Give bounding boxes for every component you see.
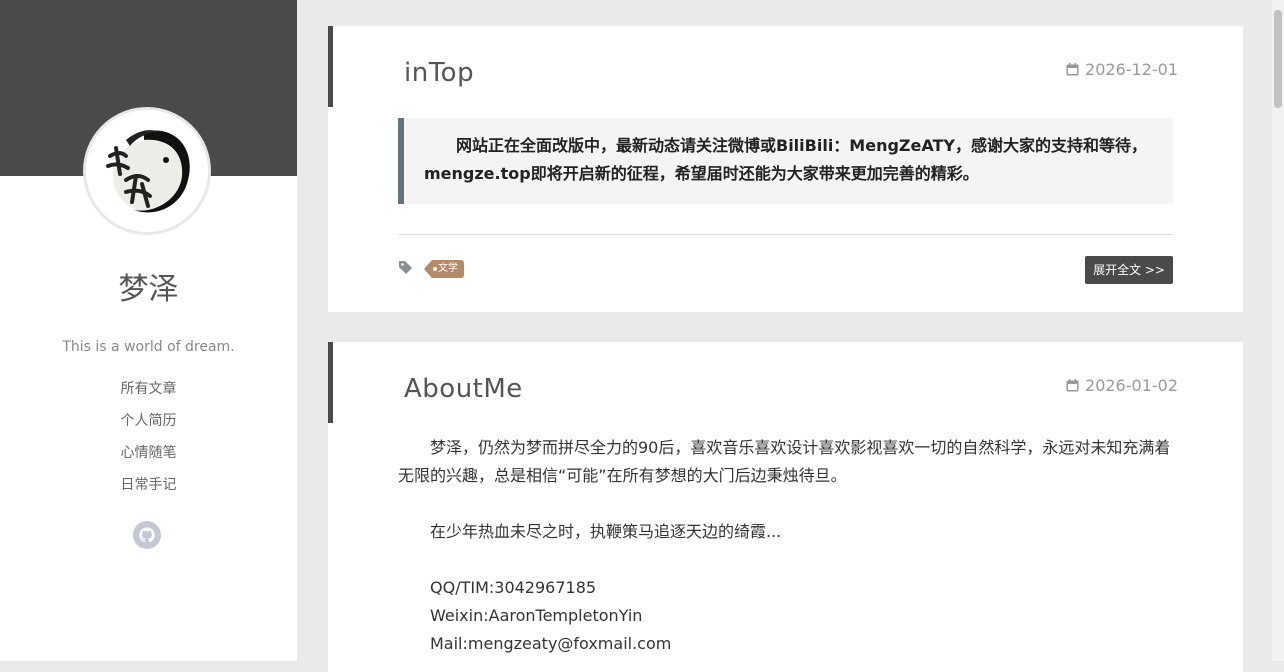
post-body: 梦泽，仍然为梦而拼尽全力的90后，喜欢音乐喜欢设计喜欢影视喜欢一切的自然科学，永… bbox=[398, 434, 1178, 658]
main-content: inTop 2026-12-01 网站正在全面改版中，最新动态请关注微博或Bil… bbox=[297, 0, 1272, 672]
sidebar-nav: 所有文章 个人简历 心情随笔 日常手记 bbox=[0, 378, 297, 506]
post-date-text: 2026-12-01 bbox=[1085, 60, 1178, 79]
tag-literature[interactable]: 文学 bbox=[424, 260, 464, 278]
post-date: 2026-12-01 bbox=[1066, 60, 1178, 80]
sidebar: 梦泽 This is a world of dream. 所有文章 个人简历 心… bbox=[0, 0, 297, 661]
tag-icon bbox=[398, 260, 413, 279]
scrollbar-thumb[interactable] bbox=[1274, 10, 1282, 108]
nav-item-resume[interactable]: 个人简历 bbox=[0, 410, 297, 442]
card-accent-bar bbox=[328, 26, 333, 107]
post-title[interactable]: AboutMe bbox=[404, 374, 523, 404]
nav-item-essays[interactable]: 心情随笔 bbox=[0, 442, 297, 474]
post-date-text: 2026-01-02 bbox=[1085, 376, 1178, 395]
about-paragraph: 在少年热血未尽之时，执鞭策马追逐天边的绮霞... bbox=[430, 522, 782, 541]
github-icon[interactable] bbox=[133, 521, 161, 549]
contact-qq: QQ/TIM:3042967185 bbox=[430, 578, 597, 597]
post-date: 2026-01-02 bbox=[1066, 376, 1178, 396]
nav-item-all-articles[interactable]: 所有文章 bbox=[0, 378, 297, 410]
about-paragraph: 梦泽，仍然为梦而拼尽全力的90后，喜欢音乐喜欢设计喜欢影视喜欢一切的自然科学，永… bbox=[398, 438, 1171, 485]
divider bbox=[398, 234, 1173, 235]
site-description: This is a world of dream. bbox=[62, 339, 235, 355]
nav-item-notes[interactable]: 日常手记 bbox=[0, 474, 297, 506]
contact-weixin: Weixin:AaronTempletonYin bbox=[430, 606, 643, 625]
read-more-button[interactable]: 展开全文 >> bbox=[1085, 256, 1173, 284]
post-card: AboutMe 2026-01-02 梦泽，仍然为梦而拼尽全力的90后，喜欢音乐… bbox=[328, 342, 1243, 672]
calendar-icon bbox=[1066, 377, 1079, 396]
scrollbar[interactable] bbox=[1272, 0, 1284, 661]
calendar-icon bbox=[1066, 61, 1079, 80]
card-accent-bar bbox=[328, 342, 333, 423]
post-title[interactable]: inTop bbox=[404, 58, 474, 88]
avatar-ink-logo bbox=[86, 110, 208, 232]
post-card: inTop 2026-12-01 网站正在全面改版中，最新动态请关注微博或Bil… bbox=[328, 26, 1243, 312]
contact-mail: Mail:mengzeaty@foxmail.com bbox=[430, 634, 672, 653]
notice-blockquote: 网站正在全面改版中，最新动态请关注微博或BiliBili：MengZeATY，感… bbox=[398, 118, 1173, 204]
avatar[interactable] bbox=[83, 107, 211, 235]
site-title[interactable]: 梦泽 bbox=[0, 264, 297, 308]
notice-text: 网站正在全面改版中，最新动态请关注微博或BiliBili：MengZeATY，感… bbox=[424, 136, 1148, 183]
